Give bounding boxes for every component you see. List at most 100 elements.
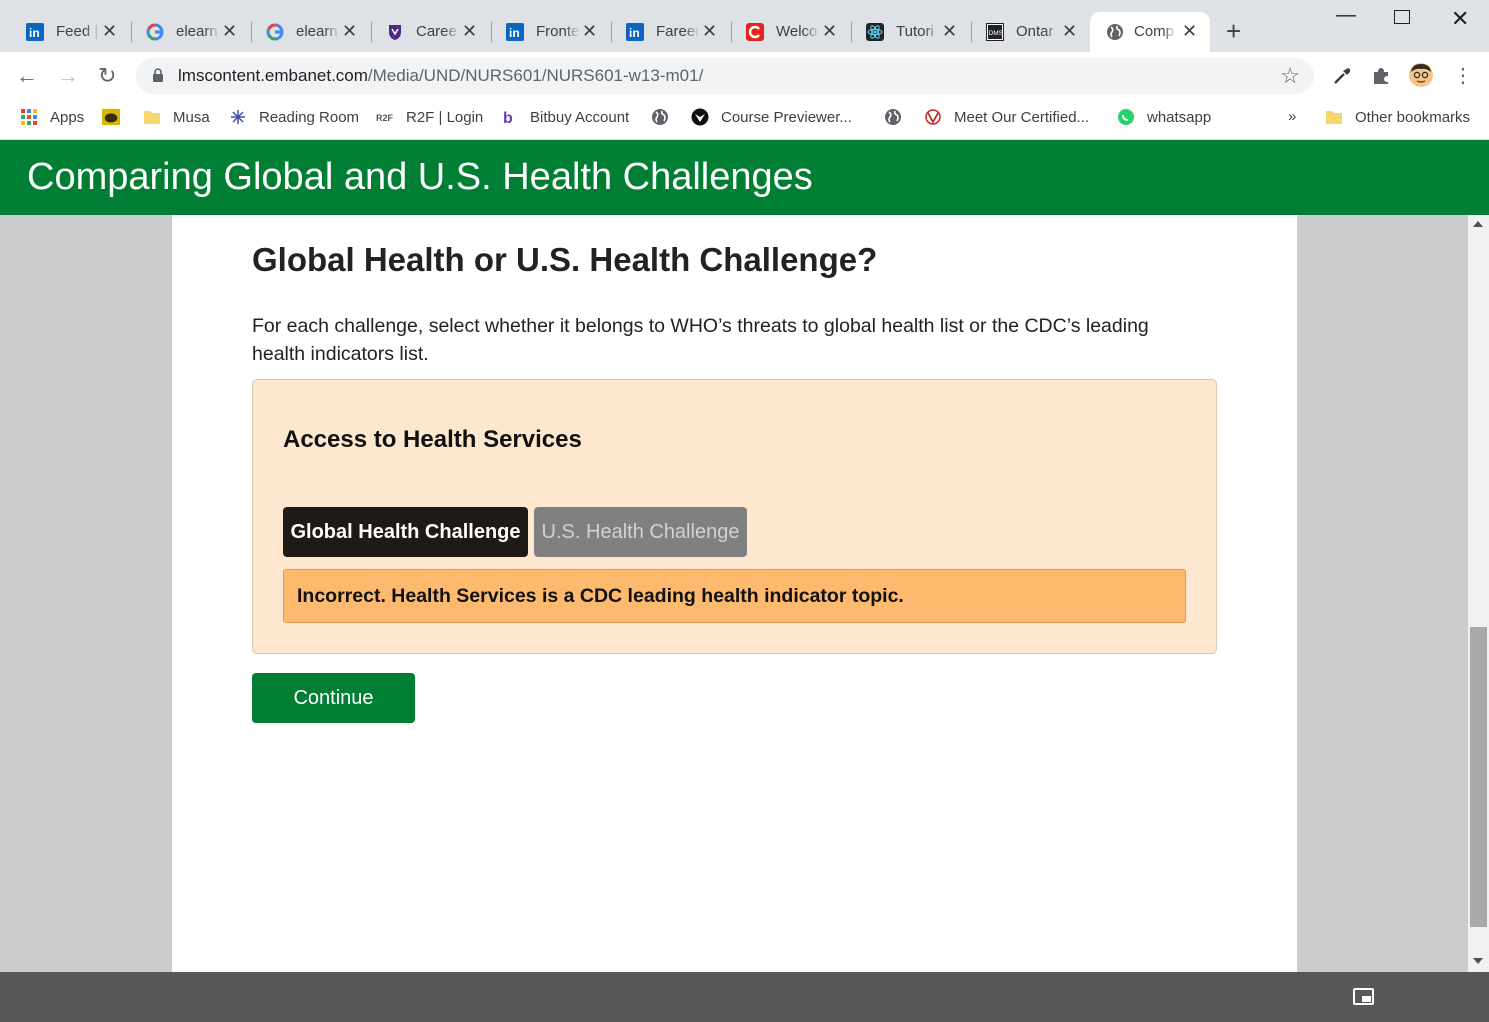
bookmark-label: Meet Our Certified...: [954, 108, 1090, 126]
bookmark-course-previewer[interactable]: Course Previewer...: [691, 108, 852, 126]
western-icon: [389, 25, 401, 40]
picture-in-picture-icon[interactable]: [1353, 988, 1374, 1005]
meet-icon: [925, 109, 941, 125]
scroll-up-arrow-icon[interactable]: [1473, 221, 1483, 227]
window-close-icon[interactable]: ✕: [1451, 6, 1469, 32]
bitbuy-icon: b: [503, 110, 513, 126]
bookmark-label: Apps: [50, 108, 85, 126]
bookmark-star-icon[interactable]: ☆: [1280, 63, 1300, 89]
tab-feed[interactable]: in Feed | ✕: [0, 12, 132, 52]
bookmarks-bar: Apps Musa Reading Room R2F R2F | Login b…: [0, 100, 1489, 136]
react-icon: [866, 23, 884, 41]
tab-label: Feed |: [56, 23, 99, 40]
tab-label: Caree: [416, 23, 457, 40]
feedback-text: Incorrect. Health Services is a CDC lead…: [297, 585, 904, 607]
tab-label: Fronte: [536, 23, 580, 40]
tab-tutorial[interactable]: Tutori ✕: [840, 12, 972, 52]
bookmark-folder-musa[interactable]: Musa: [143, 108, 210, 126]
close-icon[interactable]: ✕: [702, 21, 717, 41]
lock-icon: [153, 68, 163, 82]
challenge-card: Access to Health Services Global Health …: [252, 379, 1217, 654]
minimize-icon[interactable]: —: [1336, 4, 1356, 27]
back-icon[interactable]: ←: [16, 64, 38, 88]
svg-text:in: in: [29, 26, 40, 40]
tab-strip: in Feed | ✕ elearn ✕ elearn ✕ Caree ✕ in…: [0, 0, 1489, 52]
close-icon[interactable]: ✕: [822, 21, 837, 41]
scroll-thumb[interactable]: [1470, 627, 1487, 927]
avatar[interactable]: [1408, 62, 1434, 88]
page-title: Comparing Global and U.S. Health Challen…: [27, 156, 813, 198]
tab-comparing[interactable]: Comp ✕: [1090, 12, 1210, 52]
globe-icon: [885, 109, 901, 125]
svg-text:DMS: DMS: [989, 30, 1004, 37]
svg-text:b: b: [503, 110, 513, 126]
bookmark-label: R2F | Login: [406, 108, 484, 126]
close-icon[interactable]: ✕: [102, 21, 117, 41]
tab-welcome[interactable]: Welco ✕: [720, 12, 852, 52]
close-icon[interactable]: ✕: [582, 21, 597, 41]
svg-text:in: in: [629, 26, 640, 40]
bookmark-whatsapp[interactable]: whatsapp: [1117, 108, 1211, 126]
bookmark-apps[interactable]: Apps: [20, 108, 84, 126]
tab-label: Comp: [1134, 23, 1175, 40]
url-host: lmscontent.embanet.com: [178, 66, 368, 85]
close-icon[interactable]: ✕: [942, 21, 957, 41]
tab-label: elearn: [176, 23, 218, 40]
maximize-icon[interactable]: [1394, 10, 1410, 24]
reload-icon[interactable]: ↻: [98, 64, 116, 88]
bookmark-label: Bitbuy Account: [530, 108, 630, 126]
turtle-icon: [102, 108, 120, 126]
whatsapp-icon: [1118, 109, 1134, 125]
close-icon[interactable]: ✕: [1062, 21, 1077, 41]
svg-text:in: in: [509, 26, 520, 40]
instructions-text: For each challenge, select whether it be…: [252, 315, 1149, 365]
tab-frontend[interactable]: in Fronte ✕: [480, 12, 612, 52]
tab-ontario[interactable]: DMS Ontar ✕: [960, 12, 1092, 52]
close-icon[interactable]: ✕: [342, 21, 357, 41]
global-health-challenge-button[interactable]: Global Health Challenge: [283, 507, 528, 557]
close-icon[interactable]: ✕: [1182, 21, 1197, 41]
tab-fareed[interactable]: in Fareed ✕: [600, 12, 732, 52]
bookmark-label: Musa: [173, 108, 210, 126]
continue-button[interactable]: Continue: [252, 673, 415, 723]
question-title: Global Health or U.S. Health Challenge?: [252, 241, 878, 278]
bookmark-globe-2[interactable]: [884, 108, 914, 126]
bookmark-globe-1[interactable]: [651, 108, 681, 126]
bookmark-bitbuy[interactable]: b Bitbuy Account: [500, 108, 630, 127]
google-icon: [146, 23, 164, 41]
new-tab-icon[interactable]: +: [1226, 18, 1241, 44]
scroll-down-arrow-icon[interactable]: [1473, 958, 1483, 964]
google-icon: [266, 23, 284, 41]
feedback-message: Incorrect. Health Services is a CDC lead…: [283, 569, 1186, 623]
tab-label: Fareed: [656, 23, 700, 40]
tab-elearn-1[interactable]: elearn ✕: [120, 12, 252, 52]
scrollbar[interactable]: [1468, 215, 1489, 972]
bookmarks-overflow[interactable]: »: [1288, 108, 1296, 125]
eyedropper-icon[interactable]: [1331, 65, 1353, 87]
bookmark-reading-room[interactable]: Reading Room: [229, 108, 359, 126]
menu-kebab-icon[interactable]: ⋮: [1453, 64, 1473, 88]
bookmark-label: Other bookmarks: [1355, 108, 1471, 126]
course-header: Comparing Global and U.S. Health Challen…: [0, 140, 1489, 215]
bookmark-r2f[interactable]: R2F R2F | Login: [376, 108, 483, 126]
bookmark-turtle[interactable]: [102, 108, 132, 126]
tab-label: Ontar: [1016, 23, 1054, 40]
bookmark-label: Course Previewer...: [721, 108, 852, 126]
page-viewport: Comparing Global and U.S. Health Challen…: [0, 140, 1489, 972]
close-icon[interactable]: ✕: [222, 21, 237, 41]
bookmark-label: whatsapp: [1147, 108, 1212, 126]
extensions-puzzle-icon[interactable]: [1370, 65, 1392, 87]
forward-icon[interactable]: →: [57, 64, 79, 88]
us-health-challenge-button[interactable]: U.S. Health Challenge: [534, 507, 747, 557]
browser-toolbar: ← → ↻ lmscontent.embanet.com/Media/UND/N…: [0, 52, 1489, 100]
tab-elearn-2[interactable]: elearn ✕: [240, 12, 372, 52]
bookmark-meet-certified[interactable]: Meet Our Certified...: [924, 108, 1089, 126]
linkedin-icon: in: [626, 23, 644, 41]
globe-icon: [1107, 24, 1123, 40]
bookmark-other[interactable]: Other bookmarks: [1325, 108, 1470, 126]
address-bar[interactable]: lmscontent.embanet.com/Media/UND/NURS601…: [136, 58, 1314, 94]
tab-careers[interactable]: Caree ✕: [360, 12, 492, 52]
tab-label: Welco: [776, 23, 818, 40]
chevron-double-right-icon: »: [1288, 108, 1297, 125]
close-icon[interactable]: ✕: [462, 21, 477, 41]
